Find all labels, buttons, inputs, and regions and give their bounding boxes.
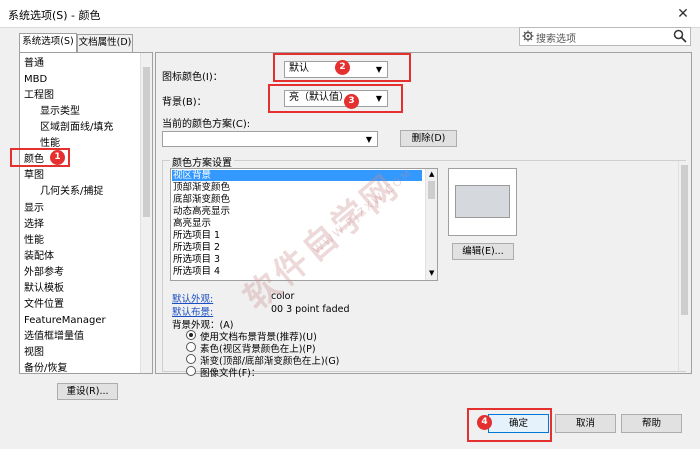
color-item-selected-4[interactable]: 所选项目 4 bbox=[173, 266, 220, 277]
title-bar bbox=[0, 0, 700, 28]
color-item-selected-3[interactable]: 所选项目 3 bbox=[173, 254, 220, 265]
tree-item-selection[interactable]: 选择 bbox=[24, 218, 44, 231]
tree-item-display[interactable]: 显示 bbox=[24, 202, 44, 215]
tree-item-area-hatch[interactable]: 区域剖面线/填充 bbox=[40, 121, 113, 134]
color-list-scrollbar[interactable]: ▲ ▼ bbox=[425, 169, 437, 280]
color-item-selected-1[interactable]: 所选项目 1 bbox=[173, 230, 220, 241]
icon-color-label: 图标颜色(I)： bbox=[162, 72, 223, 83]
color-scheme-label: 当前的颜色方案(C): bbox=[162, 119, 251, 130]
cancel-button[interactable]: 取消 bbox=[555, 414, 616, 433]
radio-use-document-scene[interactable] bbox=[186, 330, 196, 340]
color-item-bottom-gradient[interactable]: 底部渐变颜色 bbox=[173, 194, 230, 205]
scroll-down-icon[interactable]: ▼ bbox=[429, 269, 434, 277]
edit-button[interactable]: 编辑(E)... bbox=[452, 243, 514, 260]
step-badge-4: 4 bbox=[477, 415, 492, 430]
chevron-down-icon: ▼ bbox=[365, 135, 372, 144]
tree-item-featuremanager[interactable]: FeatureManager bbox=[24, 314, 106, 327]
color-item-highlight[interactable]: 高亮显示 bbox=[173, 218, 211, 229]
reset-button[interactable]: 重设(R)... bbox=[57, 383, 118, 400]
tree-item-display-style[interactable]: 显示类型 bbox=[40, 105, 80, 118]
window-title: 系统选项(S) - 颜色 bbox=[8, 9, 101, 22]
scroll-up-icon[interactable]: ▲ bbox=[429, 170, 434, 178]
options-tree: 普通 MBD 工程图 显示类型 区域剖面线/填充 性能 颜色 草图 几何关系/捕… bbox=[19, 52, 153, 374]
radio-gradient[interactable] bbox=[186, 354, 196, 364]
panel-scrollbar-thumb[interactable] bbox=[681, 165, 688, 315]
default-appearance-link[interactable]: 默认外观: bbox=[172, 291, 213, 305]
default-layout-value: 00 3 point faded bbox=[271, 304, 350, 315]
delete-button[interactable]: 删除(D) bbox=[400, 130, 457, 147]
radio-image-file[interactable] bbox=[186, 366, 196, 376]
tree-item-assemblies[interactable]: 装配体 bbox=[24, 250, 54, 263]
tree-item-spin-box-increments[interactable]: 选值框增量值 bbox=[24, 330, 84, 343]
color-preview bbox=[448, 168, 517, 236]
tree-item-default-templates[interactable]: 默认模板 bbox=[24, 282, 64, 295]
color-item-top-gradient[interactable]: 顶部渐变颜色 bbox=[173, 182, 230, 193]
panel-scrollbar[interactable] bbox=[678, 161, 690, 371]
tree-item-relations-snaps[interactable]: 几何关系/捕捉 bbox=[40, 185, 103, 198]
color-scheme-group-title: 颜色方案设置 bbox=[170, 154, 234, 169]
tree-item-sketch[interactable]: 草图 bbox=[24, 169, 44, 182]
tree-item-mbd[interactable]: MBD bbox=[24, 73, 47, 86]
gear-icon bbox=[522, 30, 534, 42]
tab-document-properties[interactable]: 文档属性(D) bbox=[77, 34, 133, 52]
tree-scrollbar-thumb[interactable] bbox=[143, 67, 150, 217]
search-placeholder: 搜索选项 bbox=[536, 34, 576, 45]
color-preview-swatch bbox=[455, 185, 510, 218]
step-badge-1: 1 bbox=[50, 150, 65, 165]
tree-item-file-locations[interactable]: 文件位置 bbox=[24, 298, 64, 311]
tree-scrollbar[interactable] bbox=[140, 53, 152, 373]
color-scheme-select[interactable]: ▼ bbox=[162, 131, 378, 147]
highlight-box-background bbox=[268, 84, 403, 113]
tree-item-drawings[interactable]: 工程图 bbox=[24, 89, 54, 102]
tree-item-performance[interactable]: 性能 bbox=[24, 234, 44, 247]
help-button[interactable]: 帮助 bbox=[621, 414, 682, 433]
color-item-selected-2[interactable]: 所选项目 2 bbox=[173, 242, 220, 253]
default-layout-link[interactable]: 默认布景: bbox=[172, 304, 213, 318]
close-icon[interactable]: ✕ bbox=[672, 4, 694, 24]
tree-item-backup-recover[interactable]: 备份/恢复 bbox=[24, 362, 67, 373]
background-label: 背景(B)： bbox=[162, 97, 207, 108]
radio-plain-color[interactable] bbox=[186, 342, 196, 352]
tree-item-external-references[interactable]: 外部参考 bbox=[24, 266, 64, 279]
color-item-dynamic-highlight[interactable]: 动态高亮显示 bbox=[173, 206, 230, 217]
tree-item-view[interactable]: 视图 bbox=[24, 346, 44, 359]
tree-item-general[interactable]: 普通 bbox=[24, 57, 44, 70]
tab-system-options[interactable]: 系统选项(S) bbox=[19, 33, 77, 52]
color-list-scrollbar-thumb[interactable] bbox=[428, 181, 435, 199]
search-icon[interactable] bbox=[673, 29, 687, 43]
radio-image-file-label: 图像文件(F)： bbox=[200, 368, 261, 379]
step-badge-3: 3 bbox=[344, 94, 359, 109]
step-badge-2: 2 bbox=[335, 60, 350, 75]
